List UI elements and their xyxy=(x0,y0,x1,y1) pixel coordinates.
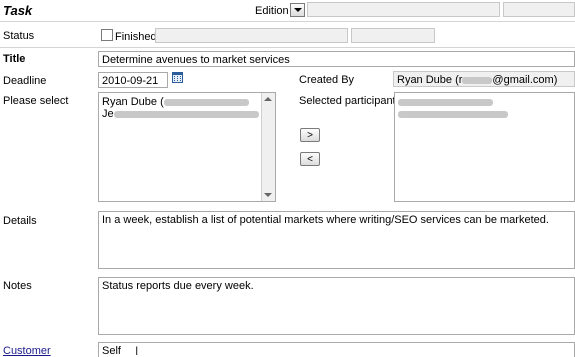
calendar-icon[interactable] xyxy=(172,72,183,83)
available-participants-list[interactable]: Ryan Dube ( Je xyxy=(98,92,276,202)
redacted-email-icon xyxy=(462,76,493,84)
status-field-1 xyxy=(155,28,348,43)
list-item-text: Ryan Dube ( xyxy=(102,96,164,108)
status-field-2 xyxy=(351,28,435,43)
redacted-email-icon xyxy=(163,98,249,106)
created-by-label: Created By xyxy=(299,74,355,86)
created-by-suffix: @gmail.com) xyxy=(492,74,558,86)
deadline-input[interactable]: 2010-09-21 xyxy=(98,72,168,88)
edition-extra-field xyxy=(503,2,575,17)
text-cursor-icon: I xyxy=(135,344,139,357)
notes-textarea[interactable]: Status reports due every week. xyxy=(98,277,575,335)
edition-field xyxy=(307,2,500,17)
details-textarea[interactable]: In a week, establish a list of potential… xyxy=(98,211,575,269)
notes-label: Notes xyxy=(3,280,32,292)
edition-dropdown[interactable] xyxy=(290,3,305,17)
redacted-email-icon xyxy=(113,110,259,118)
finished-checkbox[interactable] xyxy=(101,29,113,41)
customer-value: Self xyxy=(102,345,121,357)
selected-participants-label: Selected participants xyxy=(299,95,402,107)
redacted-email-icon xyxy=(398,110,508,118)
calendar-grid-icon xyxy=(173,73,182,81)
created-by-prefix: Ryan Dube (r xyxy=(397,74,463,86)
status-label: Status xyxy=(3,30,35,42)
page-title: Task xyxy=(3,3,33,18)
redacted-email-icon xyxy=(398,98,493,106)
list-item[interactable] xyxy=(398,96,571,108)
header-divider xyxy=(0,21,575,22)
customer-link[interactable]: Customer xyxy=(3,345,51,357)
please-select-label: Please select xyxy=(3,95,69,107)
status-divider xyxy=(0,47,575,48)
title-input[interactable]: Determine avenues to market services xyxy=(98,51,575,67)
scroll-down-icon[interactable] xyxy=(264,193,272,197)
list-item[interactable]: Je xyxy=(102,108,272,120)
list-item[interactable] xyxy=(398,108,571,120)
details-label: Details xyxy=(3,215,37,227)
remove-participant-button[interactable]: < xyxy=(300,152,320,166)
finished-label: Finished xyxy=(115,31,157,43)
created-by-field: Ryan Dube (r @gmail.com) xyxy=(393,71,575,87)
selected-participants-list[interactable] xyxy=(394,92,575,202)
scroll-up-icon[interactable] xyxy=(264,97,272,101)
list-item-text: Je xyxy=(102,108,114,120)
edition-label: Edition xyxy=(255,5,289,17)
title-label: Title xyxy=(3,53,26,65)
list-item[interactable]: Ryan Dube ( xyxy=(102,96,272,108)
customer-input[interactable]: Self I xyxy=(98,342,575,357)
deadline-label: Deadline xyxy=(3,75,47,87)
chevron-down-icon xyxy=(294,8,302,12)
add-participant-button[interactable]: > xyxy=(300,128,320,142)
list-scrollbar[interactable] xyxy=(261,93,275,201)
